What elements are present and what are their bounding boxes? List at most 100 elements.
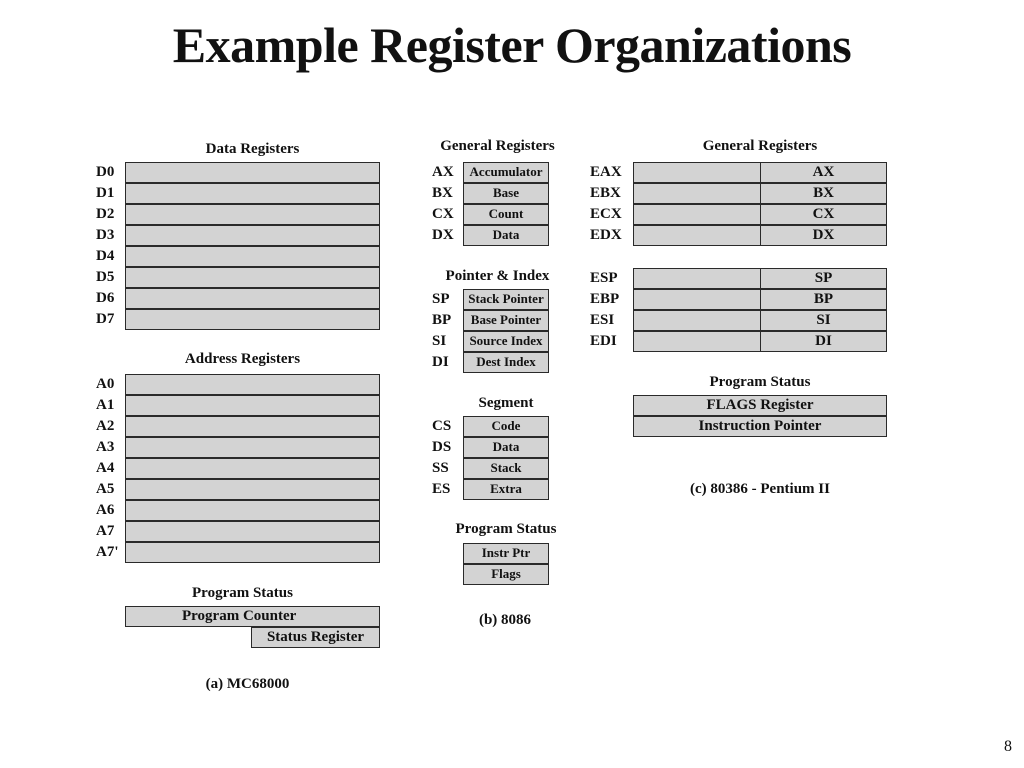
register-label: SS [432, 460, 449, 476]
register-cell [125, 374, 380, 395]
register-cell [125, 500, 380, 521]
register-label: D1 [96, 185, 115, 201]
register-label: EAX [590, 164, 622, 180]
register-label: DI [432, 354, 449, 370]
register-label: DX [432, 227, 454, 243]
register-label: CX [432, 206, 454, 222]
register-cell [125, 225, 380, 246]
register-low-cell: DI [760, 331, 887, 352]
mc68000-program-status: Program Counter Status Register [125, 606, 380, 648]
data-registers-heading: Data Registers [205, 141, 300, 157]
register-label: A7' [96, 544, 119, 560]
register-label: EDX [590, 227, 622, 243]
page-number: 8 [1004, 738, 1012, 755]
register-label: A4 [96, 460, 115, 476]
register-label: A2 [96, 418, 115, 434]
register-label: A1 [96, 397, 115, 413]
register-low-cell: SI [760, 310, 887, 331]
mc68000-caption: (a) MC68000 [205, 676, 290, 692]
mc68000-program-status-heading: Program Status [192, 585, 293, 601]
register-high-cell [633, 225, 761, 246]
80386-program-status-heading: Program Status [709, 374, 811, 390]
register-cell: Data [463, 437, 549, 458]
register-label: CS [432, 418, 452, 434]
register-cell: Base Pointer [463, 310, 549, 331]
register-label: A6 [96, 502, 115, 518]
register-low-cell: BP [760, 289, 887, 310]
register-low-cell: AX [760, 162, 887, 183]
register-cell [125, 162, 380, 183]
register-cell [125, 309, 380, 330]
register-cell: Stack [463, 458, 549, 479]
register-label: D4 [96, 248, 115, 264]
register-cell [125, 458, 380, 479]
register-label: BP [432, 312, 452, 328]
8086-program-status-heading: Program Status [455, 521, 557, 537]
register-cell [125, 437, 380, 458]
register-cell [125, 542, 380, 563]
register-high-cell [633, 162, 761, 183]
register-label: A0 [96, 376, 115, 392]
register-low-cell: BX [760, 183, 887, 204]
register-label: ES [432, 481, 451, 497]
register-label: AX [432, 164, 454, 180]
register-cell: Base [463, 183, 549, 204]
register-low-cell: CX [760, 204, 887, 225]
register-cell: Flags [463, 564, 549, 585]
register-label: ECX [590, 206, 622, 222]
register-cell: Count [463, 204, 549, 225]
register-cell [125, 246, 380, 267]
register-row: Program Counter [125, 606, 380, 627]
register-high-cell [633, 268, 761, 289]
80386-caption: (c) 80386 - Pentium II [690, 481, 830, 497]
register-high-cell [633, 289, 761, 310]
register-label: SP [432, 291, 450, 307]
register-high-cell [633, 183, 761, 204]
pointer-index-heading: Pointer & Index [445, 268, 550, 284]
register-label: DS [432, 439, 452, 455]
register-label: ESI [590, 312, 615, 328]
register-label: ESP [590, 270, 618, 286]
register-cell: Source Index [463, 331, 549, 352]
register-cell [125, 395, 380, 416]
register-row: Status Register [125, 627, 380, 648]
register-label: EBP [590, 291, 620, 307]
register-high-cell [633, 204, 761, 225]
slide-title: Example Register Organizations [172, 17, 852, 73]
register-label: A7 [96, 523, 115, 539]
register-cell: Instruction Pointer [633, 416, 887, 437]
register-label: A3 [96, 439, 115, 455]
register-low-cell: SP [760, 268, 887, 289]
segment-heading: Segment [478, 395, 534, 411]
status-register-cell: Status Register [251, 627, 380, 648]
program-counter-cell: Program Counter [125, 606, 380, 627]
register-label: D0 [96, 164, 115, 180]
register-high-cell [633, 331, 761, 352]
register-cell [125, 288, 380, 309]
80386-general-registers-heading: General Registers [702, 138, 818, 154]
register-label: BX [432, 185, 453, 201]
register-label: D6 [96, 290, 115, 306]
register-label: D2 [96, 206, 115, 222]
register-label: SI [432, 333, 447, 349]
register-high-cell [633, 310, 761, 331]
register-label: EBX [590, 185, 621, 201]
register-cell [125, 267, 380, 288]
register-low-cell: DX [760, 225, 887, 246]
register-cell: Code [463, 416, 549, 437]
register-cell: FLAGS Register [633, 395, 887, 416]
register-label: EDI [590, 333, 617, 349]
register-cell [125, 479, 380, 500]
register-cell [125, 416, 380, 437]
register-cell [125, 183, 380, 204]
register-cell: Extra [463, 479, 549, 500]
address-registers-heading: Address Registers [184, 351, 301, 367]
register-cell: Dest Index [463, 352, 549, 373]
register-label: D3 [96, 227, 115, 243]
register-label: D5 [96, 269, 115, 285]
register-cell: Accumulator [463, 162, 549, 183]
register-cell [125, 521, 380, 542]
register-cell: Instr Ptr [463, 543, 549, 564]
register-cell: Data [463, 225, 549, 246]
register-cell: Stack Pointer [463, 289, 549, 310]
